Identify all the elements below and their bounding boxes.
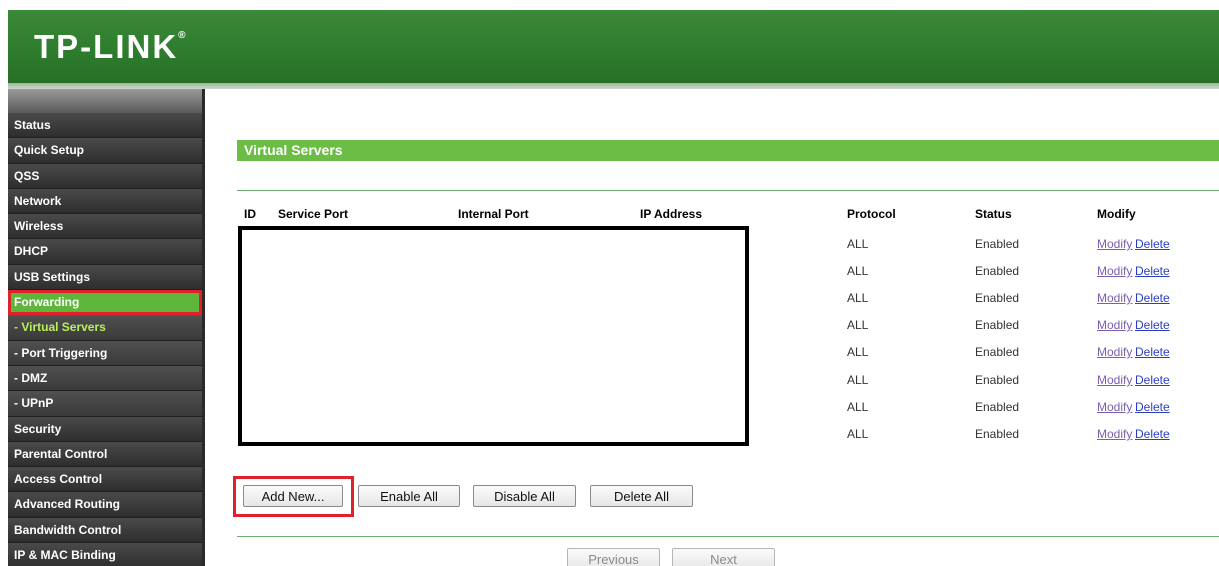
sidebar-item-ip-mac-binding[interactable]: IP & MAC Binding: [8, 543, 202, 566]
disable-all-button[interactable]: Disable All: [473, 485, 576, 507]
sidebar-item-access-control[interactable]: Access Control: [8, 467, 202, 493]
sidebar-item-network[interactable]: Network: [8, 188, 202, 215]
modify-link[interactable]: Modify: [1097, 400, 1132, 414]
delete-link[interactable]: Delete: [1135, 373, 1170, 387]
sidebar-item-wireless[interactable]: Wireless: [8, 214, 202, 240]
delete-link[interactable]: Delete: [1135, 400, 1170, 414]
delete-link[interactable]: Delete: [1135, 291, 1170, 305]
sidebar-item-dhcp[interactable]: DHCP: [8, 239, 202, 265]
sidebar-divider: [202, 89, 205, 566]
delete-link[interactable]: Delete: [1135, 264, 1170, 278]
sidebar-item-advanced-routing[interactable]: Advanced Routing: [8, 492, 202, 518]
header-banner: TP-LINK®: [8, 10, 1219, 83]
sidebar-item-parental-control[interactable]: Parental Control: [8, 441, 202, 468]
sidebar-item-qss[interactable]: QSS: [8, 163, 202, 189]
modify-link[interactable]: Modify: [1097, 264, 1132, 278]
row-status: Enabled: [975, 373, 1020, 387]
row-protocol: ALL: [847, 264, 869, 278]
row-protocol: ALL: [847, 345, 869, 359]
row-status: Enabled: [975, 427, 1020, 441]
sidebar-item-forwarding[interactable]: Forwarding: [8, 290, 202, 316]
row-status: Enabled: [975, 264, 1020, 278]
row-protocol: ALL: [847, 427, 869, 441]
bottom-divider: [237, 536, 1219, 537]
modify-link[interactable]: Modify: [1097, 318, 1132, 332]
modify-link[interactable]: Modify: [1097, 237, 1132, 251]
row-status: Enabled: [975, 291, 1020, 305]
sidebar-item-status[interactable]: Status: [8, 113, 202, 139]
col-header-internal-port: Internal Port: [458, 207, 529, 221]
page-title: Virtual Servers: [237, 140, 1219, 161]
col-header-service-port: Service Port: [278, 207, 349, 221]
redaction-box: [238, 226, 749, 446]
tp-link-logo: TP-LINK®: [34, 28, 186, 65]
sidebar-item-virtual-servers[interactable]: - Virtual Servers: [8, 315, 202, 341]
modify-link[interactable]: Modify: [1097, 427, 1132, 441]
sidebar-top-bar: [8, 89, 202, 113]
next-button[interactable]: Next: [672, 548, 775, 566]
enable-all-button[interactable]: Enable All: [358, 485, 460, 507]
row-protocol: ALL: [847, 291, 869, 305]
row-protocol: ALL: [847, 373, 869, 387]
delete-link[interactable]: Delete: [1135, 318, 1170, 332]
sidebar-menu: Status Quick Setup QSS Network Wireless DHCP U…: [8, 113, 202, 566]
delete-all-button[interactable]: Delete All: [590, 485, 693, 507]
col-header-protocol: Protocol: [847, 207, 896, 221]
col-header-modify: Modify: [1097, 207, 1136, 221]
row-status: Enabled: [975, 345, 1020, 359]
add-new-highlight: [233, 476, 354, 517]
row-protocol: ALL: [847, 400, 869, 414]
sidebar-item-upnp[interactable]: - UPnP: [8, 391, 202, 417]
previous-button[interactable]: Previous: [567, 548, 660, 566]
sidebar-item-bandwidth-control[interactable]: Bandwidth Control: [8, 517, 202, 544]
row-status: Enabled: [975, 318, 1020, 332]
row-status: Enabled: [975, 237, 1020, 251]
col-header-id: ID: [244, 207, 256, 221]
modify-link[interactable]: Modify: [1097, 373, 1132, 387]
delete-link[interactable]: Delete: [1135, 345, 1170, 359]
sidebar-item-quick-setup[interactable]: Quick Setup: [8, 138, 202, 164]
col-header-status: Status: [975, 207, 1012, 221]
delete-link[interactable]: Delete: [1135, 237, 1170, 251]
col-header-ip-address: IP Address: [640, 207, 703, 221]
row-protocol: ALL: [847, 237, 869, 251]
top-divider: [237, 190, 1219, 191]
sidebar-item-security[interactable]: Security: [8, 416, 202, 442]
sidebar-nav: Status Quick Setup QSS Network Wireless DHCP U…: [8, 89, 202, 566]
row-protocol: ALL: [847, 318, 869, 332]
delete-link[interactable]: Delete: [1135, 427, 1170, 441]
sidebar-item-usb-settings[interactable]: USB Settings: [8, 264, 202, 291]
sidebar-item-port-triggering[interactable]: - Port Triggering: [8, 340, 202, 366]
sidebar-item-dmz[interactable]: - DMZ: [8, 365, 202, 392]
modify-link[interactable]: Modify: [1097, 345, 1132, 359]
row-status: Enabled: [975, 400, 1020, 414]
modify-link[interactable]: Modify: [1097, 291, 1132, 305]
